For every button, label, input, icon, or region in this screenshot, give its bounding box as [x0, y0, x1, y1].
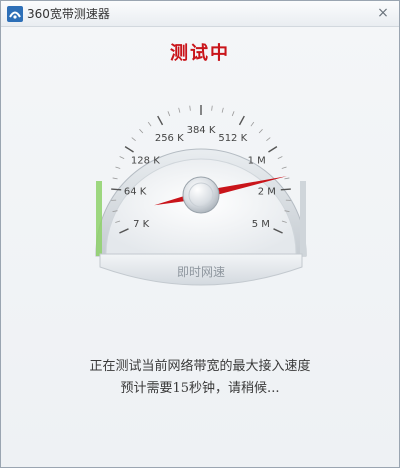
app-logo-icon — [7, 6, 23, 22]
gauge-minor-tick — [250, 121, 255, 127]
gauge-minor-tick — [178, 107, 181, 113]
gauge-major-tick — [268, 146, 278, 153]
needle-hub — [182, 176, 220, 214]
gauge-major-tick — [157, 115, 164, 126]
gauge-label: 即时网速 — [177, 265, 225, 279]
speed-progress-strip — [96, 181, 102, 256]
gauge-minor-tick — [231, 111, 235, 117]
gauge-minor-tick — [167, 111, 171, 117]
gauge-tick-label: 1 M — [248, 156, 266, 167]
gauge-major-tick — [238, 115, 245, 126]
gauge-minor-tick — [277, 156, 283, 160]
gauge-tick-label: 64 K — [124, 187, 147, 198]
gauge-minor-tick — [284, 177, 290, 180]
gauge-minor-tick — [266, 137, 271, 142]
gauge-minor-tick — [115, 166, 121, 169]
window-title: 360宽带测速器 — [27, 7, 110, 21]
gauge-major-tick — [280, 188, 291, 191]
gauge-minor-tick — [112, 177, 118, 180]
gauge-major-tick — [124, 146, 134, 153]
speed-progress-strip-right — [300, 181, 306, 256]
gauge-minor-tick — [131, 137, 136, 142]
gauge-minor-tick — [258, 129, 263, 134]
status-message-line1: 正在测试当前网络带宽的最大接入速度 — [89, 359, 311, 374]
gauge-tick-label: 256 K — [155, 133, 184, 144]
gauge-tick-label: 2 M — [258, 187, 276, 198]
gauge-tick-label: 7 K — [133, 219, 150, 230]
app-window: 360宽带测速器 × 测试中 7 K 64 K 128 K 256 K 384 … — [0, 0, 400, 468]
gauge-minor-tick — [221, 107, 224, 113]
gauge-major-tick — [111, 188, 122, 191]
gauge-graphic: 7 K 64 K 128 K 256 K384 K512 K 1 M 2 M 5 M 即时网… — [95, 105, 307, 286]
status-heading: 测试中 — [170, 43, 230, 64]
gauge-minor-tick — [139, 129, 144, 134]
gauge-minor-tick — [189, 105, 191, 111]
gauge-tick-label: 5 M — [252, 219, 270, 230]
gauge-minor-tick — [147, 121, 152, 127]
speed-gauge: 7 K 64 K 128 K 256 K 384 K 512 K 1 M 2 M 5 M 即时网… — [76, 71, 326, 301]
status-message-line2: 预计需要15秒钟，请稍候... — [120, 381, 280, 396]
gauge-tick-label: 384 K — [187, 125, 216, 136]
title-bar[interactable]: 360宽带测速器 × — [1, 1, 399, 27]
gauge-minor-tick — [281, 166, 287, 169]
gauge-minor-tick — [119, 156, 125, 160]
gauge-tick-label: 512 K — [218, 133, 247, 144]
close-icon[interactable]: × — [375, 5, 391, 21]
gauge-tick-label: 128 K — [131, 156, 160, 167]
gauge-minor-tick — [211, 105, 213, 111]
